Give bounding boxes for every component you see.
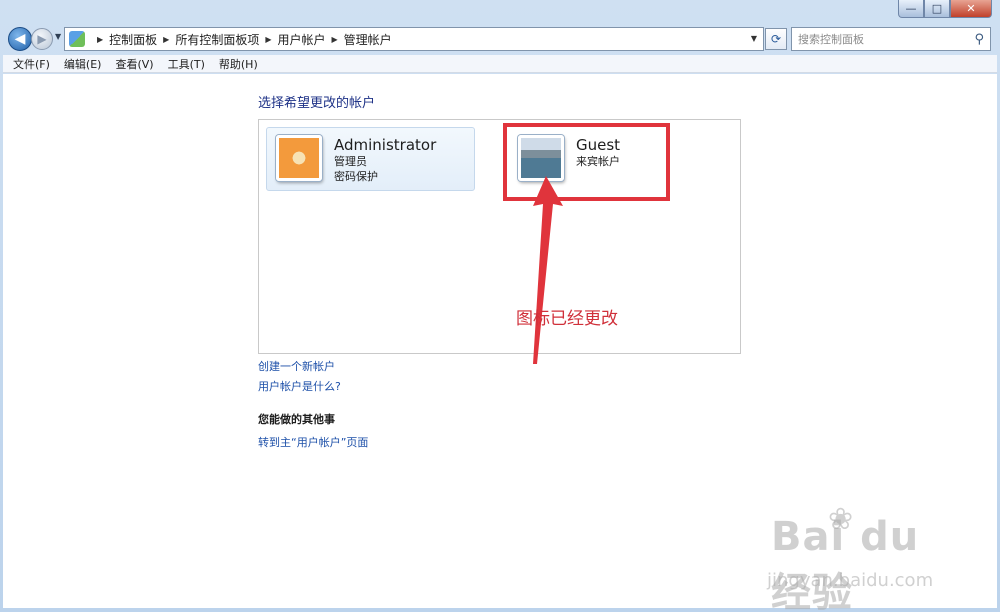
menu-file[interactable]: 文件(F) [13, 56, 50, 72]
close-button[interactable]: ✕ [950, 0, 992, 18]
breadcrumb-user-accounts[interactable]: 用户帐户 [278, 31, 326, 48]
chevron-right-icon[interactable]: ▶ [265, 35, 271, 44]
refresh-icon: ⟳ [770, 32, 782, 46]
account-info: Administrator 管理员 密码保护 [334, 128, 436, 184]
menu-tools[interactable]: 工具(T) [168, 56, 205, 72]
menu-bar: 文件(F) 编辑(E) 查看(V) 工具(T) 帮助(H) [3, 55, 997, 73]
chevron-down-icon[interactable]: ▼ [751, 34, 757, 43]
baidu-watermark: ❀ Bai du 经验 jingyan.baidu.com [763, 502, 963, 612]
go-to-user-accounts-link[interactable]: 转到主“用户帐户”页面 [258, 434, 368, 450]
watermark-logo: Bai du 经验 [771, 514, 920, 612]
breadcrumb-manage-accounts[interactable]: 管理帐户 [344, 31, 392, 48]
refresh-button[interactable]: ⟳ [765, 28, 787, 50]
title-bar: — □ ✕ [0, 0, 1000, 24]
forward-button[interactable]: ▶ [31, 28, 53, 50]
chevron-right-icon[interactable]: ▶ [163, 35, 169, 44]
page-title: 选择希望更改的帐户 [258, 96, 376, 111]
maximize-button[interactable]: □ [924, 0, 950, 18]
annotation-arrow-icon [533, 176, 563, 364]
address-bar[interactable]: ▶ 控制面板 ▶ 所有控制面板项 ▶ 用户帐户 ▶ 管理帐户 ▼ [64, 27, 764, 51]
menu-view[interactable]: 查看(V) [115, 56, 153, 72]
arrow-right-icon: ▶ [37, 32, 47, 46]
annotation-text: 图标已经更改 [516, 309, 618, 329]
control-panel-icon [69, 31, 85, 47]
back-button[interactable]: ◀ [8, 27, 32, 51]
window-frame: — □ ✕ ◀ ▶ ▼ ▶ 控制面板 ▶ 所有控制面板项 ▶ 用户帐户 ▶ 管理… [0, 0, 1000, 612]
breadcrumb-all-items[interactable]: 所有控制面板项 [175, 31, 259, 48]
account-type: 管理员 [334, 155, 367, 168]
minimize-button[interactable]: — [898, 0, 924, 18]
menu-edit[interactable]: 编辑(E) [64, 56, 102, 72]
menu-help[interactable]: 帮助(H) [219, 56, 258, 72]
chevron-right-icon[interactable]: ▶ [332, 35, 338, 44]
arrow-left-icon: ◀ [14, 31, 26, 47]
other-tasks-heading: 您能做的其他事 [258, 413, 335, 426]
search-icon[interactable]: ⚲ [974, 32, 984, 47]
content-pane: 选择希望更改的帐户 Administrator 管理员 密码保护 Guest 来… [3, 74, 997, 612]
create-account-link[interactable]: 创建一个新帐户 [258, 358, 335, 374]
watermark-url: jingyan.baidu.com [767, 570, 934, 591]
starfish-avatar [276, 135, 322, 181]
breadcrumb-control-panel[interactable]: 控制面板 [109, 31, 157, 48]
recent-pages-dropdown[interactable]: ▼ [55, 32, 61, 41]
chevron-right-icon[interactable]: ▶ [97, 35, 103, 44]
what-is-user-account-link[interactable]: 用户帐户是什么? [258, 378, 341, 394]
window-controls: — □ ✕ [898, 0, 992, 18]
account-tile-administrator[interactable]: Administrator 管理员 密码保护 [266, 127, 475, 191]
account-status: 密码保护 [334, 170, 378, 183]
navigation-bar: ◀ ▶ ▼ ▶ 控制面板 ▶ 所有控制面板项 ▶ 用户帐户 ▶ 管理帐户 ▼ ⟳… [0, 24, 1000, 54]
search-placeholder: 搜索控制面板 [798, 33, 864, 46]
search-input[interactable]: 搜索控制面板 ⚲ [791, 27, 991, 51]
account-name: Administrator [334, 136, 437, 154]
